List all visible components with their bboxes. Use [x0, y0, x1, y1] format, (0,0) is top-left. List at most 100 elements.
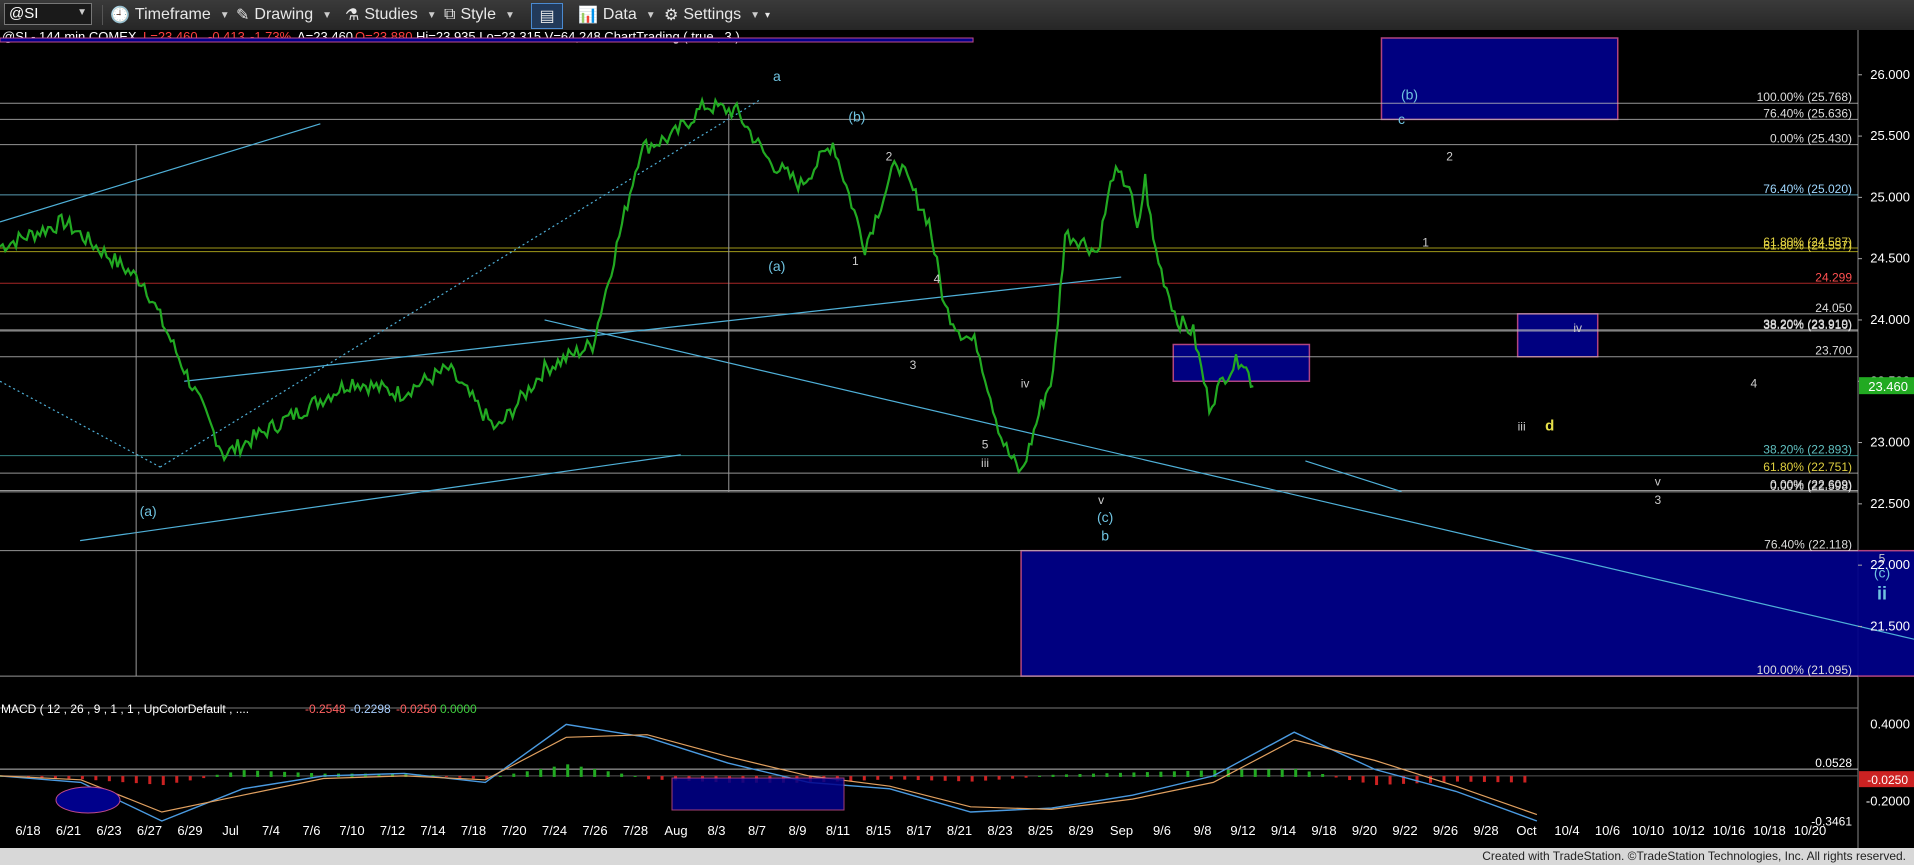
- macd-histogram-bar: [471, 775, 475, 779]
- x-tick-label: 8/29: [1068, 823, 1093, 838]
- x-tick-label: 9/6: [1153, 823, 1171, 838]
- wave-label: 4: [1751, 376, 1758, 390]
- macd-histogram-bar: [1375, 775, 1379, 786]
- macd-histogram-bar: [269, 771, 273, 777]
- toolbar: @SI ▼ 🕘 Timeframe ▼ ✎ Drawing ▼ ⚗ Studie…: [0, 0, 1914, 31]
- macd-histogram-bar: [498, 775, 502, 777]
- wave-label: 1: [852, 254, 859, 268]
- macd-histogram-bar: [1523, 775, 1527, 783]
- macd-histogram-bar: [1091, 773, 1095, 777]
- wave-label: 5: [982, 438, 989, 452]
- x-tick-label: 8/23: [987, 823, 1012, 838]
- macd-marker-label: 0.0528: [1815, 756, 1852, 770]
- x-tick-label: 8/7: [748, 823, 766, 838]
- settings-button[interactable]: ⚙ Settings ▼: [664, 4, 760, 26]
- macd-histogram-bar: [579, 766, 583, 777]
- x-tick-label: 10/10: [1632, 823, 1665, 838]
- y-tick-label: 26.000: [1870, 67, 1910, 82]
- y-tick-label: 25.500: [1870, 128, 1910, 143]
- macd-histogram-bar: [1065, 774, 1069, 777]
- last-price-label: 23.460: [1868, 379, 1908, 394]
- chevron-down-icon: ▾: [765, 9, 771, 21]
- fib-level-label: 24.050: [1815, 301, 1852, 315]
- x-tick-label: 7/14: [420, 823, 445, 838]
- x-tick-label: 9/20: [1352, 823, 1377, 838]
- symbol-value: @SI: [9, 5, 39, 22]
- price-chart[interactable]: @SI - 144 min COMEX L=23.460 -0.413 -1.7…: [0, 30, 1914, 848]
- y-tick-label: 23.000: [1870, 435, 1910, 450]
- wave-label: (b): [848, 108, 865, 124]
- studies-button[interactable]: ⚗ Studies ▼: [345, 4, 437, 26]
- x-tick-label: 9/8: [1193, 823, 1211, 838]
- macd-highlight-box: [671, 777, 845, 811]
- macd-histogram-bar: [1105, 773, 1109, 777]
- chevron-down-icon: ▼: [77, 7, 87, 18]
- wave-label: v: [1098, 493, 1104, 507]
- macd-histogram-bar: [1240, 769, 1244, 777]
- clock-icon: 🕘: [110, 7, 130, 24]
- macd-histogram-bar: [202, 775, 206, 779]
- macd-histogram-bar: [175, 775, 179, 783]
- drawing-button[interactable]: ✎ Drawing ▼: [236, 4, 332, 26]
- pencil-icon: ✎: [236, 7, 250, 24]
- macd-histogram-bar: [1172, 771, 1176, 777]
- chevron-down-icon: ▼: [750, 9, 761, 21]
- x-tick-label: 8/25: [1028, 823, 1053, 838]
- macd-histogram-bar: [1253, 769, 1257, 777]
- data-button[interactable]: 📊 Data ▼: [578, 4, 656, 26]
- macd-histogram-bar: [296, 772, 300, 777]
- x-tick-label: 7/18: [461, 823, 486, 838]
- macd-histogram-bar: [107, 775, 111, 782]
- wave-label: 4: [934, 272, 941, 286]
- x-tick-label: 7/20: [501, 823, 526, 838]
- x-tick-label: 9/22: [1392, 823, 1417, 838]
- target-box-mid: [1172, 343, 1311, 383]
- layout-button[interactable]: ▤: [531, 3, 563, 29]
- macd-value-1: -0.2548: [305, 702, 346, 716]
- x-tick-label: 9/18: [1311, 823, 1336, 838]
- wave-label: iii: [981, 456, 989, 470]
- target-box-wave-b: [1380, 37, 1619, 121]
- macd-histogram-bar: [1011, 775, 1015, 779]
- symbol-input[interactable]: @SI ▼: [4, 3, 92, 25]
- wave-label: 2: [1446, 150, 1453, 164]
- macd-histogram-bar: [1429, 775, 1433, 783]
- macd-histogram-bar: [1442, 775, 1446, 783]
- timeframe-label: Timeframe: [134, 6, 211, 23]
- macd-tick-label: 0.4000: [1870, 716, 1910, 731]
- fib-level-label: 61.80% (24.557): [1763, 239, 1852, 253]
- timeframe-button[interactable]: 🕘 Timeframe ▼: [110, 4, 230, 26]
- toolbar-divider: [102, 5, 103, 25]
- macd-histogram-bar: [1482, 775, 1486, 782]
- macd-histogram-bar: [1267, 769, 1271, 777]
- x-tick-label: 7/10: [339, 823, 364, 838]
- wave-label: b: [1101, 528, 1109, 544]
- x-tick-label: 6/27: [137, 823, 162, 838]
- gear-icon: ⚙: [664, 7, 679, 24]
- wave-label: 2: [886, 150, 893, 164]
- studies-label: Studies: [364, 6, 418, 23]
- macd-histogram-bar: [1280, 769, 1284, 777]
- x-tick-label: 6/29: [177, 823, 202, 838]
- macd-histogram-bar: [849, 775, 853, 781]
- macd-histogram-bar: [930, 775, 934, 781]
- fib-level-label: 38.20% (22.893): [1763, 443, 1852, 457]
- macd-tick-label: -0.2000: [1866, 794, 1910, 809]
- style-button[interactable]: ⧉ Style ▼: [444, 4, 515, 26]
- y-tick-label: 22.000: [1870, 557, 1910, 572]
- x-tick-label: 7/12: [380, 823, 405, 838]
- wave-label: a: [773, 68, 781, 84]
- macd-histogram-bar: [134, 775, 138, 784]
- target-box-wave-c: [1020, 549, 1914, 677]
- x-tick-label: 8/11: [826, 823, 850, 838]
- toolbar-overflow-button[interactable]: ▾: [765, 4, 770, 26]
- y-tick-label: 21.500: [1870, 618, 1910, 633]
- macd-histogram-bar: [1145, 772, 1149, 777]
- macd-histogram-bar: [1294, 768, 1298, 777]
- wave-label: (c): [1097, 509, 1113, 525]
- macd-histogram-bar: [1455, 775, 1459, 782]
- fib-level-label: 61.80% (22.751): [1763, 460, 1852, 474]
- x-tick-label: 7/6: [302, 823, 320, 838]
- macd-value-2: -0.2298: [350, 702, 391, 716]
- macd-histogram-bar: [1496, 775, 1500, 783]
